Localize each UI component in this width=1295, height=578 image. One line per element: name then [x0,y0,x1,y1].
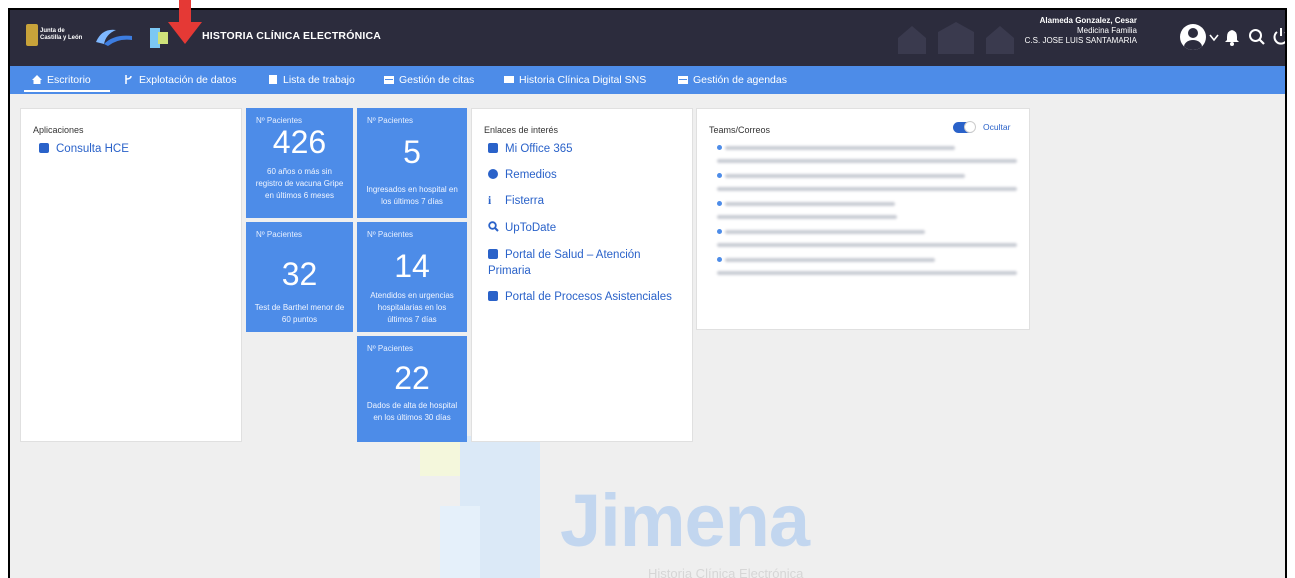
nav-lista-trabajo[interactable]: Lista de trabajo [268,66,355,94]
kpi-tile-vacuna[interactable]: Nº Pacientes 426 60 años o más sin regis… [246,108,353,218]
tile-value: 14 [394,248,430,284]
app-window: Junta de Castilla y León HISTORIA CLÍNIC… [8,8,1287,578]
link-label: Portal de Procesos Asistenciales [505,291,672,303]
app-title: HISTORIA CLÍNICA ELECTRÓNICA [202,30,382,42]
nav-gestion-citas[interactable]: Gestión de citas [384,66,474,94]
tile-description: Test de Barthel menor de 60 puntos [254,303,345,324]
nav-label: Gestión de agendas [693,74,787,86]
chevron-down-icon[interactable] [1209,34,1219,42]
nav-gestion-agendas[interactable]: Gestión de agendas [678,66,787,94]
link-label: Remedios [505,169,557,181]
nav-label: Historia Clínica Digital SNS [519,74,647,86]
watermark-logo-icon [420,436,540,578]
tile-label: Nº Pacientes [367,344,414,353]
user-avatar-icon[interactable] [1180,24,1206,50]
portal-procesos-link[interactable]: Portal de Procesos Asistenciales [488,291,672,303]
teams-correos-panel: Teams/Correos Ocultar [696,108,1030,330]
link-label: UpToDate [505,222,557,234]
tile-description: Ingresados en hospital en los últimos 7 … [366,185,458,206]
tile-label: Nº Pacientes [367,116,414,125]
home-icon [32,75,42,84]
nav-label: Gestión de citas [399,74,475,86]
nav-label: Escritorio [47,74,91,86]
calendar-icon [678,76,688,84]
medkit-icon [488,249,498,259]
jimena-watermark: Jimena Historia Clínica Electrónica [420,436,900,578]
uptodate-link[interactable]: UpToDate [488,221,556,234]
link-label: Fisterra [505,195,544,207]
link-label: Mi Office 365 [505,143,573,155]
user-specialty: Medicina Familia [1076,26,1137,35]
link-label: Consulta HCE [56,143,129,155]
aplicaciones-panel: Aplicaciones Consulta HCE [20,108,242,442]
user-info: Alameda Gonzalez, Cesar Medicina Familia… [1025,16,1137,46]
coat-of-arms-icon [26,24,38,46]
link-label: Portal de Salud – Atención Primaria [488,249,641,277]
power-icon[interactable] [1272,27,1287,46]
junta-logo: Junta de Castilla y León [26,24,86,50]
nav-label: Explotación de datos [139,74,237,86]
card-icon [504,76,514,83]
house-decoration-icon [898,22,1014,54]
panel-title: Aplicaciones [33,125,84,135]
tile-description: Atendidos en urgencias hospitalarias en … [370,291,454,324]
pills-icon [488,169,498,179]
tile-value: 32 [281,256,318,292]
bell-icon[interactable] [1224,28,1240,46]
main-nav: Escritorio Explotación de datos Lista de… [10,66,1285,94]
kpi-tile-barthel[interactable]: Nº Pacientes 32 Test de Barthel menor de… [246,222,353,332]
nav-historia-clinica-sns[interactable]: Historia Clínica Digital SNS [504,66,646,94]
tile-label: Nº Pacientes [256,230,303,239]
branch-icon [125,75,132,84]
watermark-title: Jimena [560,479,810,562]
mi-office-link[interactable]: Mi Office 365 [488,143,573,155]
annotation-arrow-icon [168,0,202,44]
kpi-tile-alta-hospital[interactable]: Nº Pacientes 22 Dados de alta de hospita… [357,336,467,442]
kpi-tile-ingresados[interactable]: Nº Pacientes 5 Ingresados en hospital en… [357,108,467,218]
info-icon: i [488,195,492,207]
ocultar-toggle[interactable]: Ocultar [953,121,1023,135]
tile-value: 426 [272,124,327,160]
tile-description: Dados de alta de hospital en los últimos… [366,401,458,422]
enlaces-panel: Enlaces de interés Mi Office 365 Remedio… [471,108,693,442]
panel-title: Teams/Correos [709,125,771,135]
calendar-icon [384,76,394,84]
nav-label: Lista de trabajo [283,74,355,86]
sacyl-logo [92,24,148,50]
nav-active-indicator [24,90,110,92]
desktop-content: Jimena Historia Clínica Electrónica Apli… [10,94,1285,578]
kpi-tile-urgencias[interactable]: Nº Pacientes 14 Atendidos en urgencias h… [357,222,467,332]
process-icon [488,291,498,301]
remedios-link[interactable]: Remedios [488,169,557,181]
toggle-label: Ocultar [983,122,1011,132]
search-icon [488,221,499,232]
document-icon [269,75,277,84]
tile-value: 5 [403,134,421,170]
toggle-knob [964,121,976,133]
watermark-subtitle: Historia Clínica Electrónica [648,566,804,578]
fisterra-link[interactable]: i Fisterra [488,195,544,207]
user-center: C.S. JOSE LUIS SANTAMARIA [1024,36,1137,45]
user-name: Alameda Gonzalez, Cesar [1039,16,1137,25]
tile-label: Nº Pacientes [367,230,414,239]
nav-explotacion-datos[interactable]: Explotación de datos [124,66,236,94]
junta-logo-text: Junta de Castilla y León [40,28,83,41]
tile-value: 22 [394,360,430,396]
sacyl-logo-icon [96,29,132,46]
panel-title: Enlaces de interés [484,125,559,135]
search-icon[interactable] [1248,28,1266,46]
office-icon [488,143,498,153]
consulta-hce-link[interactable]: Consulta HCE [39,143,129,155]
portal-salud-link[interactable]: Portal de Salud – Atención Primaria [488,247,678,279]
app-icon [39,143,49,153]
tile-description: 60 años o más sin registro de vacuna Gri… [255,167,344,200]
